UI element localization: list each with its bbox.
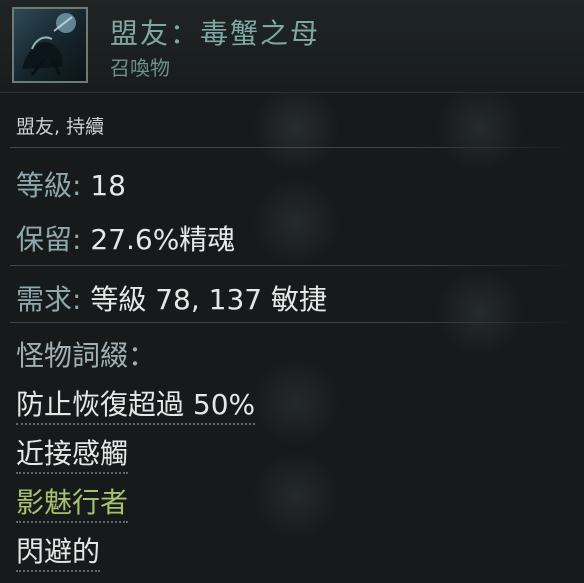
affix-item[interactable]: 防止恢復超過 50% bbox=[16, 383, 256, 425]
level-row: 等級: 18 bbox=[16, 164, 126, 204]
affix-text: 防止恢復超過 50% bbox=[16, 388, 256, 425]
reserve-label: 保留: bbox=[16, 223, 82, 256]
skill-subtitle: 召喚物 bbox=[110, 56, 170, 80]
requirement-value: 等級 78, 137 敏捷 bbox=[90, 283, 328, 316]
requirement-divider bbox=[10, 322, 580, 323]
affix-item[interactable]: 影魅行者 bbox=[16, 481, 129, 523]
affix-item[interactable]: 閃避的 bbox=[16, 530, 101, 572]
crab-mother-portrait-icon bbox=[12, 7, 88, 83]
stats-divider bbox=[10, 265, 580, 266]
affix-text: 近接感觸 bbox=[16, 437, 129, 474]
reserve-row: 保留: 27.6%精魂 bbox=[16, 218, 235, 258]
reserve-value: 27.6%精魂 bbox=[90, 223, 236, 256]
skill-tooltip-panel: 盟友：毒蟹之母 召喚物 盟友, 持續 等級: 18 保留: 27.6%精魂 需求… bbox=[0, 0, 584, 583]
skill-title: 盟友：毒蟹之母 bbox=[110, 17, 321, 50]
monster-affixes-header: 怪物詞綴： bbox=[16, 339, 157, 372]
level-value: 18 bbox=[90, 169, 126, 202]
affix-item[interactable]: 近接感觸 bbox=[16, 432, 129, 474]
requirement-row: 需求: 等級 78, 137 敏捷 bbox=[16, 278, 327, 318]
requirement-label: 需求: bbox=[16, 283, 82, 316]
level-label: 等級: bbox=[16, 169, 82, 202]
affix-text: 影魅行者 bbox=[16, 486, 129, 523]
tags-divider bbox=[10, 147, 580, 148]
skill-tags: 盟友, 持續 bbox=[16, 116, 105, 138]
tooltip-header: 盟友：毒蟹之母 召喚物 bbox=[0, 0, 584, 93]
affix-text: 閃避的 bbox=[16, 535, 101, 572]
